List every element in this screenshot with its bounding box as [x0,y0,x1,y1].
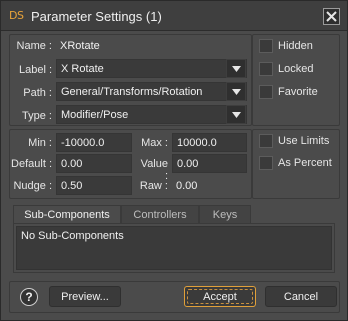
tab-bar: Sub-Components Controllers Keys [13,205,335,224]
nudge-label: Nudge : [13,180,52,192]
raw-label: Raw : [139,180,168,192]
name-value: XRotate [60,40,100,52]
help-icon: ? [25,290,33,304]
chevron-down-icon [232,66,241,72]
chevron-down-icon [232,89,241,95]
type-combo[interactable]: Modifier/Pose [56,105,247,124]
parameter-settings-dialog: DS Parameter Settings (1) Name : XRotate… [0,0,348,321]
accept-button[interactable]: Accept [184,286,256,307]
tab-controllers[interactable]: Controllers [121,205,199,224]
nudge-field[interactable]: 0.50 [56,176,132,195]
as-percent-checkbox[interactable] [259,156,273,170]
raw-value: 0.00 [176,180,198,192]
use-limits-label: Use Limits [278,135,330,147]
value-label: Value : [140,158,168,182]
sub-components-list[interactable]: No Sub-Components [16,226,332,270]
sub-components-panel: No Sub-Components [13,223,335,273]
value-field[interactable]: 0.00 [172,154,247,173]
path-combo-dropdown[interactable] [226,82,246,101]
focus-rect [187,289,253,304]
type-combo-dropdown[interactable] [226,105,246,124]
preview-button[interactable]: Preview... [49,286,121,307]
max-label: Max : [141,137,168,149]
path-combo[interactable]: General/Transforms/Rotation [56,82,247,101]
empty-list-text: No Sub-Components [21,230,124,242]
default-field[interactable]: 0.00 [56,154,132,173]
dialog-title: Parameter Settings (1) [31,9,162,24]
min-field[interactable]: -10000.0 [56,133,132,152]
use-limits-checkbox[interactable] [259,134,273,148]
tab-sub-components[interactable]: Sub-Components [13,205,121,224]
tab-keys[interactable]: Keys [199,205,251,224]
ds-logo: DS [9,9,24,22]
locked-label: Locked [278,63,314,75]
name-label: Name : [16,40,52,52]
path-label: Path : [23,87,52,99]
favorite-label: Favorite [278,86,318,98]
max-field[interactable]: 10000.0 [172,133,247,152]
as-percent-label: As Percent [278,157,332,169]
hidden-label: Hidden [278,40,313,52]
label-combo-dropdown[interactable] [226,59,246,78]
path-combo-value: General/Transforms/Rotation [61,86,203,98]
min-label: Min : [28,137,52,149]
label-label: Label : [18,64,52,76]
help-button[interactable]: ? [20,288,38,306]
favorite-checkbox[interactable] [259,85,273,99]
close-icon [326,11,337,22]
default-label: Default : [11,158,52,170]
cancel-button[interactable]: Cancel [265,286,337,307]
label-combo-value: X Rotate [61,63,104,75]
hidden-checkbox[interactable] [259,39,273,53]
label-combo[interactable]: X Rotate [56,59,247,78]
chevron-down-icon [232,112,241,118]
type-combo-value: Modifier/Pose [61,109,129,121]
title-bar: DS Parameter Settings (1) [1,1,347,31]
locked-checkbox[interactable] [259,62,273,76]
close-button[interactable] [323,8,340,25]
type-label: Type : [22,110,52,122]
